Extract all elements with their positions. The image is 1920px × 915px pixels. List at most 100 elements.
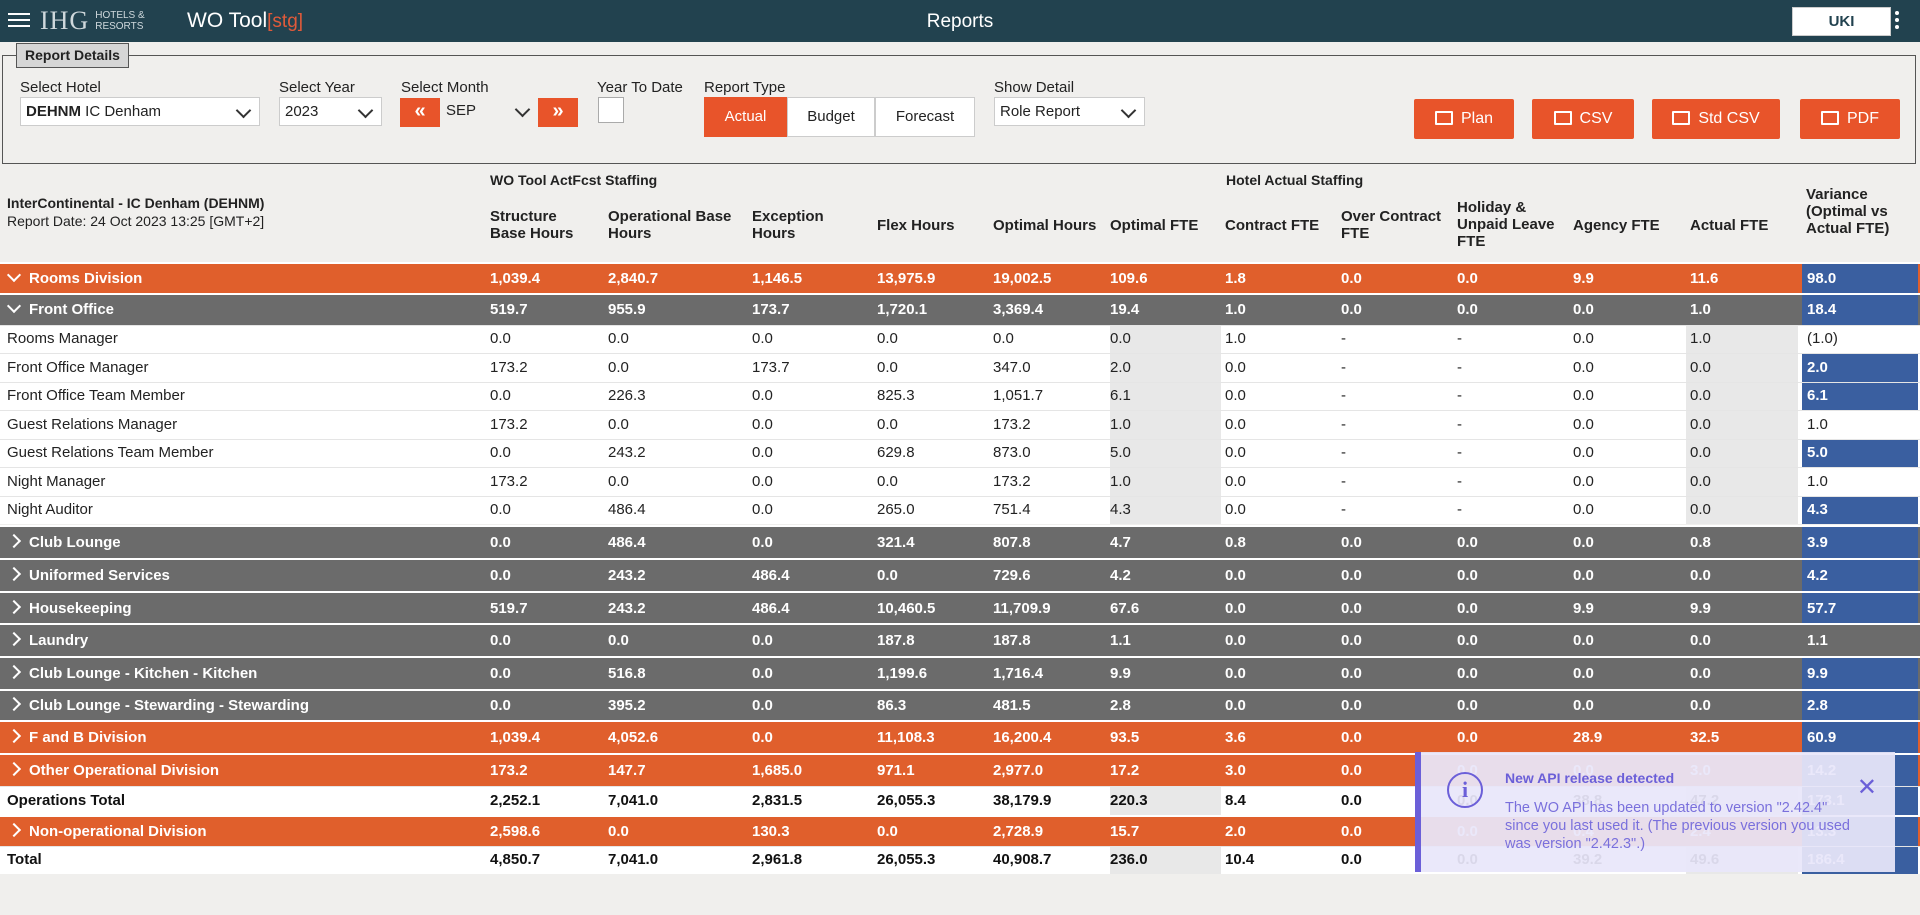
table-cell: 0.0 <box>877 567 898 584</box>
chevron-right-icon[interactable] <box>6 728 22 744</box>
table-cell: 0.0 <box>1690 359 1711 376</box>
table-cell: 1.0 <box>1690 301 1711 318</box>
chevron-right-icon[interactable] <box>6 696 22 712</box>
select-year-label: Select Year <box>279 79 355 96</box>
table-cell: 0.0 <box>752 697 773 714</box>
toast-title: New API release detected <box>1505 770 1675 786</box>
row-label: Rooms Division <box>6 264 142 294</box>
year-to-date-checkbox[interactable] <box>598 97 624 123</box>
table-cell: 0.0 <box>1225 697 1246 714</box>
row-label: Total <box>7 851 42 868</box>
table-cell: 0.0 <box>1573 665 1594 682</box>
group-row[interactable]: Uniformed Services 0.0 243.2 486.4 0.0 729.6 4… <box>0 558 1920 591</box>
variance-cell: 5.0 <box>1802 440 1918 467</box>
top-bar: IHG HOTELS & RESORTS WO Tool[stg] Reports… <box>0 0 1920 42</box>
table-cell: 2,728.9 <box>993 823 1044 840</box>
group-row[interactable]: Laundry 0.0 0.0 0.0 187.8 187.8 1.1 0.0 0.0 0.0 0.… <box>0 623 1920 656</box>
table-cell: 7,041.0 <box>608 792 659 809</box>
table-cell: 0.0 <box>1573 501 1594 518</box>
table-cell: 220.3 <box>1110 792 1148 809</box>
chevron-right-icon[interactable] <box>6 664 22 680</box>
table-row: Front Office Team Member 0.0 226.3 0.0 825.3… <box>0 382 1920 410</box>
chevron-down-icon[interactable] <box>6 267 22 283</box>
table-cell: 0.0 <box>877 473 898 490</box>
table-row: Guest Relations Manager 173.2 0.0 0.0 0.0 173… <box>0 410 1920 439</box>
table-cell: 0.0 <box>490 567 511 584</box>
table-row: Night Manager 173.2 0.0 0.0 0.0 173.2 1.0 0.0 - -… <box>0 467 1920 496</box>
plan-button[interactable]: Plan <box>1414 99 1514 139</box>
table-cell: 395.2 <box>608 697 646 714</box>
table-cell: 173.2 <box>490 762 528 779</box>
table-cell: 0.0 <box>608 632 629 649</box>
csv-button[interactable]: CSV <box>1532 99 1634 139</box>
group-row[interactable]: Club Lounge 0.0 486.4 0.0 321.4 807.8 4.7 0.8 0.… <box>0 525 1920 558</box>
table-cell: 0.0 <box>608 416 629 433</box>
variance-cell: 1.0 <box>1802 411 1918 439</box>
table-cell: 0.0 <box>1225 501 1246 518</box>
more-vert-icon[interactable] <box>1895 11 1901 32</box>
table-cell: 1,051.7 <box>993 387 1044 404</box>
group-row[interactable]: F and B Division 1,039.4 4,052.6 0.0 11,108.… <box>0 720 1920 753</box>
table-cell: 0.0 <box>752 665 773 682</box>
table-cell: 1,146.5 <box>752 270 803 287</box>
table-cell: 147.7 <box>608 762 646 779</box>
table-cell: 0.0 <box>1341 851 1362 868</box>
chevron-right-icon[interactable] <box>6 761 22 777</box>
table-cell: 0.0 <box>1690 387 1711 404</box>
column-header: Exception Hours <box>752 208 824 242</box>
table-cell: 11.6 <box>1690 270 1719 287</box>
close-icon[interactable]: ✕ <box>1857 776 1877 800</box>
table-cell: 0.0 <box>1573 534 1594 551</box>
show-detail-select[interactable]: Role Report <box>994 97 1145 126</box>
row-label: Night Auditor <box>7 501 93 518</box>
table-cell: 0.0 <box>1457 729 1478 746</box>
group-row[interactable]: Rooms Division 1,039.4 2,840.7 1,146.5 13,97… <box>0 262 1920 294</box>
std-csv-button[interactable]: Std CSV <box>1652 99 1780 139</box>
table-cell: 873.0 <box>993 444 1031 461</box>
table-cell: 2,831.5 <box>752 792 803 809</box>
chevron-right-icon[interactable] <box>6 599 22 615</box>
table-cell: 0.0 <box>608 823 629 840</box>
month-select[interactable]: SEP <box>441 97 538 126</box>
pdf-button[interactable]: PDF <box>1800 99 1900 139</box>
year-select[interactable]: 2023 <box>279 97 382 126</box>
report-type-actual[interactable]: Actual <box>704 97 787 137</box>
table-cell: 8.4 <box>1225 792 1246 809</box>
table-cell: 0.0 <box>752 473 773 490</box>
group-row[interactable]: Housekeeping 519.7 243.2 486.4 10,460.5 11,70… <box>0 591 1920 624</box>
table-cell: 519.7 <box>490 301 528 318</box>
report-type-forecast[interactable]: Forecast <box>875 97 975 137</box>
chevron-right-icon[interactable] <box>6 822 22 838</box>
chevron-down-icon[interactable] <box>6 298 22 314</box>
chevron-right-icon[interactable] <box>6 533 22 549</box>
table-cell: 0.0 <box>1573 301 1594 318</box>
table-cell: 1,199.6 <box>877 665 928 682</box>
table-cell: 321.4 <box>877 534 915 551</box>
table-cell: 243.2 <box>608 600 646 617</box>
table-cell: 243.2 <box>608 567 646 584</box>
report-type-budget[interactable]: Budget <box>787 97 875 137</box>
table-cell: 0.0 <box>877 330 898 347</box>
prev-month-button[interactable]: « <box>400 98 440 127</box>
hotel-select[interactable]: DEHNM IC Denham <box>20 97 260 126</box>
next-month-button[interactable]: » <box>538 98 578 127</box>
group-row[interactable]: Front Office 519.7 955.9 173.7 1,720.1 3,369.… <box>0 293 1920 325</box>
row-label: Night Manager <box>7 473 106 490</box>
table-cell: 729.6 <box>993 567 1031 584</box>
table-cell: 1.0 <box>1225 301 1246 318</box>
table-cell: 3.0 <box>1225 762 1246 779</box>
group-row[interactable]: Club Lounge - Stewarding - Stewarding 0.0… <box>0 689 1920 721</box>
table-cell: 1,039.4 <box>490 729 541 746</box>
table-cell: 5.0 <box>1110 444 1131 461</box>
row-label: Operations Total <box>7 792 126 809</box>
table-cell: 0.0 <box>490 387 511 404</box>
table-cell: 0.0 <box>1341 534 1362 551</box>
group-row[interactable]: Club Lounge - Kitchen - Kitchen 0.0 516.8 0… <box>0 656 1920 689</box>
region-button[interactable]: UKI <box>1792 7 1891 36</box>
chevron-right-icon[interactable] <box>6 566 22 582</box>
chevron-right-icon[interactable] <box>6 631 22 647</box>
table-cell: 481.5 <box>993 697 1031 714</box>
variance-cell: 4.3 <box>1802 497 1918 524</box>
row-label: Non-operational Division <box>6 817 207 846</box>
table-cell: 0.0 <box>1225 567 1246 584</box>
